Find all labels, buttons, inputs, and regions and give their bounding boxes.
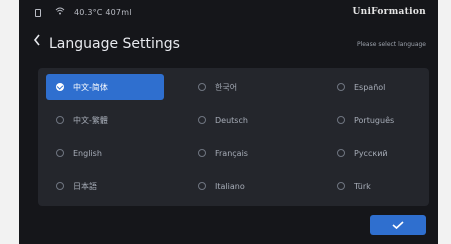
radio-icon: [337, 116, 345, 124]
screen: 40.3°C 407ml UniFormation Language Setti…: [19, 0, 438, 244]
language-option-fr[interactable]: Français: [188, 140, 306, 166]
chevron-left-icon: [33, 34, 40, 46]
radio-icon: [198, 149, 206, 157]
radio-icon: [56, 116, 64, 124]
language-label: Português: [354, 115, 395, 125]
language-label: 中文-繁體: [73, 115, 108, 125]
language-label: Italiano: [215, 181, 245, 191]
language-option-en[interactable]: English: [46, 140, 164, 166]
language-option-pt[interactable]: Português: [327, 107, 445, 133]
language-option-it[interactable]: Italiano: [188, 173, 306, 199]
language-option-ja[interactable]: 日本語: [46, 173, 164, 199]
language-label: Español: [354, 82, 386, 92]
radio-icon: [56, 149, 64, 157]
radio-icon: [337, 149, 345, 157]
language-label: Русский: [354, 148, 388, 158]
language-option-ru[interactable]: Русский: [327, 140, 445, 166]
radio-icon: [198, 182, 206, 190]
language-option-zh-hant[interactable]: 中文-繁體: [46, 107, 164, 133]
check-icon: [392, 221, 404, 230]
wifi-icon: [55, 7, 65, 15]
language-option-zh-hans[interactable]: 中文-简体: [46, 74, 164, 100]
radio-icon: [337, 83, 345, 91]
temperature-readout: 40.3°C 407ml: [74, 8, 132, 17]
language-panel: 中文-简体 한국어 Español 中文-繁體 Deutsch Portuguê…: [38, 68, 429, 206]
language-label: 中文-简体: [73, 82, 108, 92]
sd-card-icon: [35, 9, 41, 17]
language-option-ko[interactable]: 한국어: [188, 74, 306, 100]
header: Language Settings Please select language: [19, 30, 438, 56]
language-label: Türk: [354, 181, 371, 191]
language-label: Deutsch: [215, 115, 248, 125]
language-label: 한국어: [215, 82, 238, 92]
language-option-es[interactable]: Español: [327, 74, 445, 100]
radio-icon: [56, 182, 64, 190]
brand-logo: UniFormation: [352, 7, 426, 17]
confirm-button[interactable]: [370, 215, 426, 235]
language-label: Français: [215, 148, 248, 158]
back-button[interactable]: [33, 34, 41, 50]
radio-icon: [198, 83, 206, 91]
status-bar: 40.3°C 407ml UniFormation: [19, 0, 438, 28]
radio-icon: [337, 182, 345, 190]
language-label: English: [73, 148, 102, 158]
radio-icon: [198, 116, 206, 124]
hint-text: Please select language: [356, 41, 426, 48]
language-option-de[interactable]: Deutsch: [188, 107, 306, 133]
page-title: Language Settings: [49, 36, 180, 52]
language-option-tr[interactable]: Türk: [327, 173, 445, 199]
radio-selected-icon: [56, 83, 64, 91]
language-label: 日本語: [73, 181, 97, 191]
